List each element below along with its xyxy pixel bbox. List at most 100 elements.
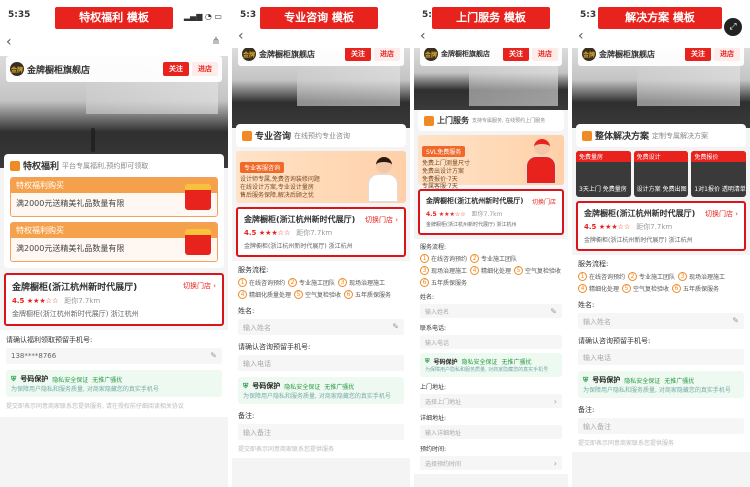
- follow-button[interactable]: 关注: [503, 48, 529, 61]
- onsite-promo: SVL免费服务 免费上门测量尺寸 免费出设计方案 免费报价·7天 专属客服·7天: [418, 135, 564, 190]
- plan-card[interactable]: 免费报价 1对1报价 透明清单: [691, 151, 747, 197]
- note-input[interactable]: 输入备注: [238, 424, 404, 440]
- back-icon[interactable]: ‹: [238, 28, 244, 44]
- coupon-card[interactable]: 特权福利购买 满2000元送精美礼品数量有限: [10, 177, 218, 217]
- store-card[interactable]: 金牌橱柜(浙江杭州新时代展厅) 切换门店 4.5 ★★★☆☆ 距你7.7km 金牌…: [418, 189, 564, 235]
- back-icon[interactable]: ‹: [420, 28, 426, 44]
- form-section: 请确认福利领取预留手机号: 138****8766 ✎ ⛨ 号码保护 隐私安全保证 无推…: [0, 330, 228, 418]
- store-rating: 4.5 ★★★☆☆ 距你7.7km: [12, 297, 101, 305]
- detail-address-input[interactable]: 输入详细地址: [420, 425, 562, 439]
- signal-icon: ▂▄▆ ◔ ▭: [183, 12, 222, 21]
- name-input[interactable]: 输入姓名 ✎: [238, 319, 404, 335]
- phone-onsite: 上门服务 模板 5:3 ‹ 金牌 金牌橱柜旗舰店 关注 进店 上门服务 支持专属服…: [414, 0, 568, 487]
- gift-icon: [185, 229, 211, 255]
- solution-icon: [582, 130, 592, 141]
- plan-card[interactable]: 免费设计 设计方案 免费出图: [633, 151, 689, 197]
- expand-icon[interactable]: ⤢: [724, 18, 742, 36]
- phone-label: 联系电话:: [420, 325, 447, 332]
- note-input[interactable]: 输入备注: [578, 418, 744, 434]
- switch-store-link[interactable]: 切换门店 ›: [705, 209, 738, 219]
- hero-tap: [91, 128, 96, 152]
- detail-address-label: 详细地址:: [420, 415, 447, 422]
- store-rating: 4.5 ★★★☆☆ 距你7.7km: [426, 211, 503, 218]
- consult-card: 专业咨询 在线预约专业咨询: [236, 124, 406, 147]
- onsite-card: 上门服务 支持专属服务, 在线预约上门服务: [418, 110, 564, 131]
- time-select[interactable]: 选择预约时间 ›: [420, 456, 562, 470]
- flow-label: 服务流程:: [238, 266, 269, 274]
- shop-logo: 金牌: [242, 48, 256, 61]
- name-input[interactable]: 输入姓名 ✎: [420, 304, 562, 318]
- edit-icon: ✎: [550, 307, 557, 316]
- address-select[interactable]: 选择上门地址 ›: [420, 394, 562, 408]
- status-time: 5:35: [8, 10, 31, 20]
- edit-icon: ✎: [210, 351, 217, 360]
- switch-store-link[interactable]: 切换门店 ›: [183, 281, 216, 291]
- shop-name: 金牌橱柜旗舰店: [599, 49, 655, 59]
- phone-privilege: 特权福利 模板 5:35 ▂▄▆ ◔ ▭ ‹ ⋔ 金牌 金牌橱柜旗舰店 关注 进…: [0, 0, 228, 487]
- address-label: 上门地址:: [420, 384, 447, 391]
- name-input[interactable]: 输入姓名 ✎: [578, 313, 744, 329]
- shield-icon: ⛨: [11, 374, 17, 383]
- flow-steps: 1 在线咨询预约 2 专业施工团队 3 现场治理施工 4 精细化处理 5 空气复检验收 6…: [420, 254, 562, 287]
- hero-image: 金牌 金牌橱柜旗舰店 关注 进店: [572, 48, 750, 128]
- phone-input[interactable]: 138****8766 ✎: [6, 348, 222, 364]
- follow-button[interactable]: 关注: [345, 48, 371, 61]
- number-protect: ⛨ 号码保护 隐私安全保证 无推广骚扰 为保障用户隐私和服务质量, 对商家隐藏您的真实…: [578, 371, 744, 398]
- template-banner: 解决方案 模板: [598, 7, 722, 29]
- plan-card[interactable]: 免费量房 3天上门 免费量房: [576, 151, 631, 197]
- phone-input[interactable]: 输入电话: [238, 355, 404, 371]
- store-address: 金牌橱柜(浙江杭州新时代展厅) 浙江杭州: [244, 243, 353, 250]
- back-icon[interactable]: ‹: [578, 28, 584, 44]
- phone-solution: 解决方案 模板 ⤢ 5:3 ‹ 金牌 金牌橱柜旗舰店 关注 进店 整体解决方案定…: [572, 0, 750, 487]
- solution-plans: 免费量房 3天上门 免费量房 免费设计 设计方案 免费出图 免费报价 1对1报价 透明…: [576, 151, 747, 197]
- shop-logo: 金牌: [424, 48, 438, 61]
- consult-promo: 专业客服咨询 设计师专属,免费咨询装修问题 在线设计方案,专业设计量房 售后服务保障…: [236, 151, 406, 203]
- enter-shop-button[interactable]: 进店: [532, 48, 558, 61]
- shop-name: 金牌橱柜旗舰店: [259, 49, 315, 59]
- phone-label: 请确认咨询预留手机号:: [238, 343, 311, 351]
- coupon-card[interactable]: 特权福利购买 满2000元送精美礼品数量有限: [10, 222, 218, 262]
- flow-steps: 1 在线咨询预约 2 专业施工团队 3 现场治理施工 4 精细化处理 5 空气复检验收 6…: [578, 272, 744, 293]
- enter-shop-button[interactable]: 进店: [714, 48, 740, 61]
- footer-note: 提交即表示同意商家联系您提供服务, 请在授权前仔细阅读相关协议: [6, 403, 184, 410]
- note-label: 备注:: [578, 406, 595, 414]
- enter-shop-button[interactable]: 进店: [192, 62, 218, 76]
- note-label: 备注:: [238, 412, 255, 420]
- shop-bar: 金牌 金牌橱柜旗舰店 关注 进店: [6, 56, 222, 82]
- follow-button[interactable]: 关注: [163, 62, 189, 76]
- edit-icon: ✎: [392, 322, 399, 331]
- store-card[interactable]: 金牌橱柜(浙江杭州新时代展厅) 切换门店 › 4.5 ★★★☆☆ 距你7.7km …: [4, 273, 224, 326]
- follow-button[interactable]: 关注: [685, 48, 711, 61]
- status-time: 5:3: [240, 10, 257, 20]
- store-address: 金牌橱柜(浙江杭州新时代展厅) 浙江杭州: [426, 222, 517, 228]
- number-protect: ⛨ 号码保护 隐私安全保证 无推广骚扰 为保障用户隐私和服务质量, 对商家隐藏您的真实…: [238, 377, 404, 404]
- flow-label: 服务流程:: [420, 244, 447, 251]
- consultant-avatar: [368, 157, 400, 203]
- shop-name: 金牌橱柜旗舰店: [27, 65, 91, 76]
- form-section: 服务流程: 1 在线咨询预约 2 专业施工团队 3 现场治理施工 4 精细化处理 5 空气…: [572, 255, 750, 453]
- phone-input[interactable]: 输入电话: [578, 349, 744, 365]
- phone-label: 请确认咨询预留手机号:: [578, 337, 651, 345]
- shop-logo: 金牌: [10, 62, 24, 76]
- name-label: 姓名:: [578, 301, 595, 309]
- store-rating: 4.5 ★★★☆☆ 距你7.7km: [584, 223, 673, 231]
- shop-name: 金牌橱柜旗舰店: [441, 50, 490, 58]
- shop-bar: 金牌 金牌橱柜旗舰店 关注 进店: [420, 48, 562, 66]
- phone-label: 请确认福利领取预留手机号:: [6, 336, 93, 344]
- back-icon[interactable]: ‹: [6, 34, 12, 50]
- consult-icon: [242, 130, 252, 141]
- shop-logo: 金牌: [582, 48, 596, 61]
- chevron-right-icon: ›: [553, 459, 557, 468]
- privilege-title: 特权福利 平台专属福利,预约即可领取: [10, 159, 218, 172]
- switch-store-link[interactable]: 切换门店 ›: [365, 215, 398, 225]
- store-card[interactable]: 金牌橱柜(浙江杭州新时代展厅) 切换门店 › 4.5 ★★★☆☆ 距你7.7km …: [576, 201, 746, 251]
- phone-consult: 专业咨询 模板 5:3 ‹ 金牌 金牌橱柜旗舰店 关注 进店 专业咨询 在线预约专…: [232, 0, 410, 487]
- share-icon[interactable]: ⋔: [212, 36, 220, 47]
- chevron-right-icon: ›: [553, 397, 557, 406]
- phone-input[interactable]: 输入电话: [420, 335, 562, 349]
- template-banner: 特权福利 模板: [55, 7, 173, 29]
- time-label: 预约时间:: [420, 446, 447, 453]
- store-card[interactable]: 金牌橱柜(浙江杭州新时代展厅) 切换门店 › 4.5 ★★★☆☆ 距你7.7km …: [236, 207, 406, 257]
- enter-shop-button[interactable]: 进店: [374, 48, 400, 61]
- switch-store-link[interactable]: 切换门店: [532, 197, 556, 206]
